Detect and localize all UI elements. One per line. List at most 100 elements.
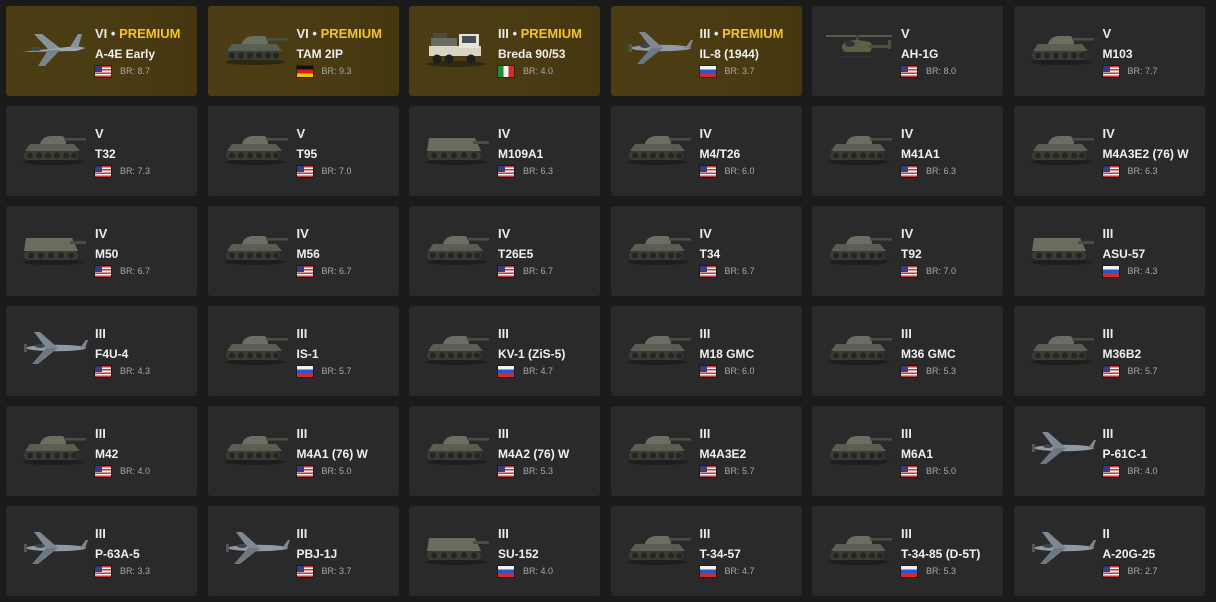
vehicle-name: A-20G-25 [1102,547,1156,561]
vehicle-rank: IV [297,226,352,241]
ussr-flag-icon [699,565,716,577]
vehicle-card[interactable]: IV M4/T26 BR: 6.0 [610,106,802,196]
vehicle-card[interactable]: III SU-152 BR: 4.0 [409,506,600,596]
vehicle-card[interactable]: III M18 GMC BR: 6.0 [610,306,802,396]
vehicle-tier: VI [296,26,309,41]
usa-flag-icon [95,65,111,77]
vehicle-card[interactable]: III M4A1 (76) W BR: 5.0 [207,406,399,496]
usa-flag-icon [901,265,917,277]
usa-flag-icon [699,365,716,377]
vehicle-name: M36B2 [1102,347,1142,361]
vehicle-card[interactable]: III KV-1 (ZiS-5) BR: 4.7 [409,306,600,396]
vehicle-rank: III [297,426,368,441]
vehicle-card[interactable]: IV M4A3E2 (76) W BR: 6.3 [1013,106,1205,196]
vehicle-tier: III [296,526,308,541]
battle-rating: BR: 5.7 [1127,366,1158,376]
vehicle-name: T95 [296,147,318,161]
vehicle-thumbnail [822,524,896,572]
vehicle-card[interactable]: III ASU-57 BR: 4.3 [1013,206,1205,296]
vehicle-card[interactable]: III F4U-4 BR: 4.3 [6,306,197,396]
vehicle-card[interactable]: IV M109A1 BR: 6.3 [409,106,600,196]
vehicle-name: M18 GMC [699,347,755,361]
premium-label: PREMIUM [119,26,181,41]
vehicle-rank: III [297,526,352,541]
vehicle-rank: V [297,126,352,141]
vehicle-card[interactable]: III T-34-57 BR: 4.7 [610,506,802,596]
vehicle-rank: III • PREMIUM [498,26,583,41]
vehicle-name: M4A3E2 (76) W [1102,147,1189,161]
vehicle-card[interactable]: III M4A3E2 BR: 5.7 [610,406,802,496]
vehicle-rank: III [95,526,150,541]
usa-flag-icon [95,465,111,477]
vehicle-rank: III [297,326,352,341]
usa-flag-icon [699,165,716,177]
ussr-flag-icon [296,365,313,377]
vehicle-card[interactable]: III P-63A-5 BR: 3.3 [6,506,197,596]
usa-flag-icon [1102,565,1119,577]
vehicle-name: M41A1 [901,147,940,161]
vehicle-thumbnail [621,324,695,372]
vehicle-card[interactable]: IV M56 BR: 6.7 [207,206,399,296]
vehicle-rank: III [498,426,569,441]
vehicle-thumbnail [621,24,695,72]
vehicle-card[interactable]: III T-34-85 (D-5T) BR: 5.3 [812,506,1003,596]
vehicle-thumbnail [822,24,896,72]
vehicle-card[interactable]: V T32 BR: 7.3 [6,106,197,196]
battle-rating: BR: 7.7 [1127,66,1158,76]
vehicle-card[interactable]: II A-20G-25 BR: 2.7 [1013,506,1205,596]
usa-flag-icon [95,565,111,577]
vehicle-card[interactable]: V T95 BR: 7.0 [207,106,399,196]
battle-rating: BR: 9.3 [321,66,352,76]
vehicle-grid: VI • PREMIUM A-4E Early BR: 8.7 VI • PREMIU… [6,6,1205,596]
vehicle-card[interactable]: III M42 BR: 4.0 [6,406,197,496]
vehicle-card[interactable]: IV T34 BR: 6.7 [610,206,802,296]
vehicle-rank: IV [1103,126,1189,141]
vehicle-tier: III [699,426,711,441]
vehicle-card[interactable]: VI • PREMIUM A-4E Early BR: 8.7 [6,6,197,96]
vehicle-card[interactable]: V M103 BR: 7.7 [1013,6,1205,96]
vehicle-rank: III [95,326,150,341]
ussr-flag-icon [1102,265,1119,277]
vehicle-rank: III [1103,426,1158,441]
vehicle-thumbnail [419,324,493,372]
premium-label: PREMIUM [520,26,583,41]
vehicle-rank: VI • PREMIUM [296,26,382,41]
vehicle-card[interactable]: III M36 GMC BR: 5.3 [812,306,1003,396]
usa-flag-icon [95,165,111,177]
vehicle-thumbnail [1024,124,1098,172]
battle-rating: BR: 7.0 [926,266,957,276]
vehicle-card[interactable]: III • PREMIUM Breda 90/53 BR: 4.0 [409,6,600,96]
vehicle-tier: III [95,426,106,441]
vehicle-card[interactable]: IV T26E5 BR: 6.7 [409,206,600,296]
vehicle-rank: III [1103,326,1158,341]
germany-flag-icon [296,65,313,77]
vehicle-name: F4U-4 [95,347,129,361]
vehicle-tier: III [901,526,912,541]
vehicle-card[interactable]: III M36B2 BR: 5.7 [1013,306,1205,396]
vehicle-card[interactable]: III M6A1 BR: 5.0 [812,406,1003,496]
vehicle-card[interactable]: III IS-1 BR: 5.7 [207,306,399,396]
vehicle-tier: III [1102,326,1114,341]
vehicle-name: P-63A-5 [95,547,140,561]
vehicle-name: IL-8 (1944) [699,47,759,61]
vehicle-rank: V [1103,26,1158,41]
vehicle-card[interactable]: V AH-1G BR: 8.0 [812,6,1003,96]
vehicle-rank: III [498,326,565,341]
vehicle-card[interactable]: IV M41A1 BR: 6.3 [812,106,1003,196]
vehicle-rank: IV [498,226,553,241]
usa-flag-icon [498,465,514,477]
vehicle-card[interactable]: III PBJ-1J BR: 3.7 [207,506,399,596]
vehicle-thumbnail [218,24,292,72]
battle-rating: BR: 8.0 [926,66,957,76]
italy-flag-icon [498,65,514,77]
vehicle-card[interactable]: IV M50 BR: 6.7 [6,206,197,296]
vehicle-tier: III [498,526,509,541]
vehicle-card[interactable]: IV T92 BR: 7.0 [812,206,1003,296]
vehicle-name: SU-152 [498,547,539,561]
vehicle-card[interactable]: VI • PREMIUM TAM 2IP BR: 9.3 [207,6,399,96]
vehicle-tier: III [296,326,308,341]
vehicle-card[interactable]: III • PREMIUM IL-8 (1944) BR: 3.7 [610,6,802,96]
vehicle-card[interactable]: III M4A2 (76) W BR: 5.3 [409,406,600,496]
battle-rating: BR: 4.0 [523,566,554,576]
vehicle-card[interactable]: III P-61C-1 BR: 4.0 [1013,406,1205,496]
